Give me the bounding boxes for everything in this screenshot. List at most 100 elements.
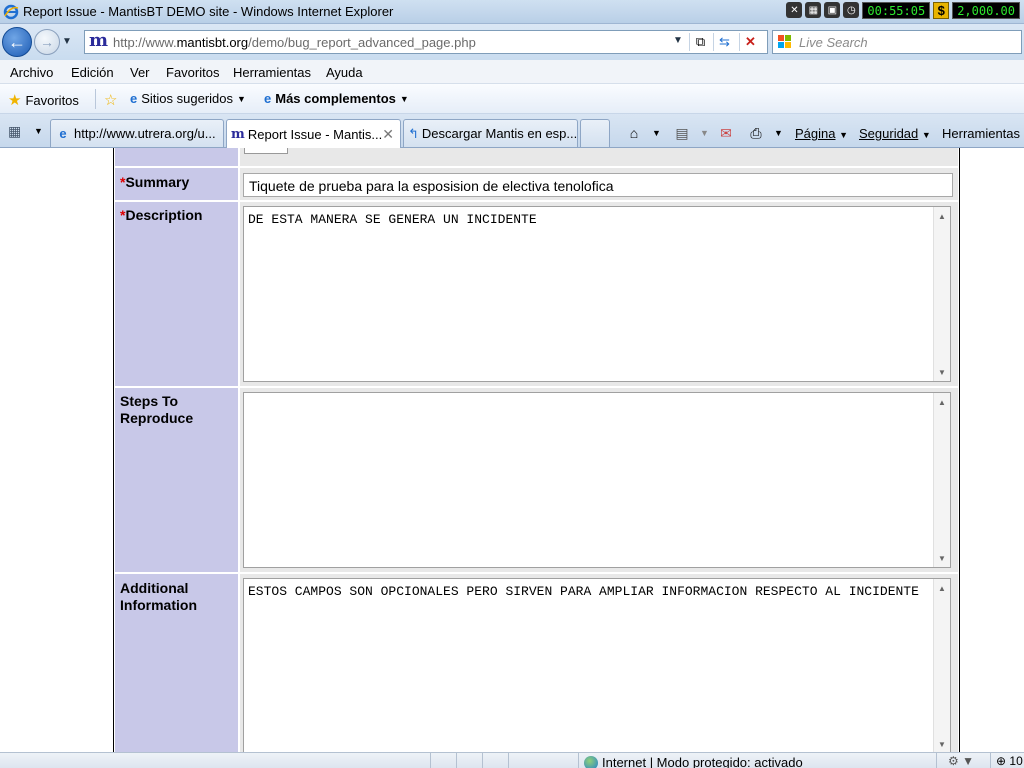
search-placeholder: Live Search (799, 35, 868, 50)
timer-display: 00:55:05 (862, 1, 931, 19)
additional-value: ESTOS CAMPOS SON OPCIONALES PERO SIRVEN … (248, 584, 919, 599)
addons-button[interactable]: e Más complementos ▼ (264, 91, 409, 106)
compatibility-view-icon[interactable]: ⧉ (689, 33, 711, 51)
menu-archivo[interactable]: Archivo (10, 65, 53, 80)
additional-textarea[interactable]: ESTOS CAMPOS SON OPCIONALES PERO SIRVEN … (243, 578, 951, 752)
new-tab-button[interactable] (580, 119, 610, 147)
scroll-up-icon[interactable]: ▲ (934, 581, 950, 595)
tray-close-icon[interactable]: ✕ (786, 2, 803, 18)
divider (95, 89, 96, 109)
quick-tabs-icon[interactable]: ▦ (8, 123, 30, 141)
status-divider (456, 753, 457, 768)
address-toolbar: ← → ▼ m http://www.mantisbt.org/demo/bug… (0, 24, 1024, 60)
description-textarea[interactable]: DE ESTA MANERA SE GENERA UN INCIDENTE ▲ … (243, 206, 951, 382)
dollar-icon: $ (933, 1, 950, 19)
tab-label: Descargar Mantis en esp... (421, 126, 578, 141)
ie-page-icon: e (130, 91, 138, 106)
chevron-down-icon: ▼ (399, 93, 409, 104)
menu-ver[interactable]: Ver (130, 65, 150, 80)
page-menu[interactable]: Página ▼ (795, 126, 848, 141)
summary-field-cell: Tiquete de prueba para la esposision de … (240, 168, 958, 200)
status-divider (482, 753, 483, 768)
add-favorite-button[interactable]: ☆ (104, 91, 117, 109)
menu-favoritos[interactable]: Favoritos (166, 65, 219, 80)
steps-label: Steps To Reproduce (120, 393, 194, 426)
additional-field-cell: ESTOS CAMPOS SON OPCIONALES PERO SIRVEN … (240, 574, 958, 752)
additional-scrollbar[interactable]: ▲ ▼ (933, 579, 950, 752)
forward-arrow-icon: → (40, 34, 54, 50)
tray-device-icon[interactable]: ▣ (824, 2, 841, 18)
tab-list-dropdown-icon[interactable]: ▼ (34, 126, 43, 136)
favorites-bar: ★ Favoritos ☆ e Sitios sugeridos ▼ e Más… (0, 84, 1024, 114)
close-tab-icon[interactable]: ✕ (382, 126, 394, 143)
status-divider (508, 753, 509, 768)
suggested-sites-label: Sitios sugeridos (141, 91, 234, 106)
status-divider (430, 753, 431, 768)
steps-scrollbar[interactable]: ▲ ▼ (933, 393, 950, 567)
feeds-dropdown-icon[interactable]: ▼ (700, 128, 709, 138)
scroll-up-icon[interactable]: ▲ (934, 209, 950, 223)
menu-ayuda[interactable]: Ayuda (326, 65, 363, 80)
url-text[interactable]: http://www.mantisbt.org/demo/bug_report_… (113, 35, 476, 50)
steps-label-cell: Steps To Reproduce (115, 388, 238, 572)
mail-icon[interactable]: ✉ (716, 124, 736, 142)
scroll-up-icon[interactable]: ▲ (934, 395, 950, 409)
summary-label-cell: *Summary (115, 168, 238, 200)
favorites-label: Favoritos (25, 92, 79, 108)
tab-utrera[interactable]: e http://www.utrera.org/u... (50, 119, 224, 147)
scroll-down-icon[interactable]: ▼ (934, 737, 950, 751)
add-favorite-icon: ☆ (104, 92, 118, 109)
status-divider (578, 753, 579, 768)
back-arrow-icon: ← (8, 31, 26, 52)
system-tray: ✕ ▦ ▣ ◷ 00:55:05 $ 2,000.00 (786, 0, 1024, 20)
status-bar: Internet | Modo protegido: activado ⚙ ▼ … (0, 752, 1024, 768)
ie-logo-icon (3, 4, 19, 20)
addons-label: Más complementos (275, 91, 396, 106)
description-value: DE ESTA MANERA SE GENERA UN INCIDENTE (248, 212, 537, 227)
page-content: *Summary Tiquete de prueba para la espos… (0, 148, 1024, 752)
steps-textarea[interactable]: ▲ ▼ (243, 392, 951, 568)
feeds-icon[interactable]: ▤ (672, 124, 692, 142)
tab-label: Report Issue - Mantis... (247, 126, 383, 142)
status-divider (936, 753, 937, 768)
zoom-tools-icon[interactable]: ⚙ ▼ (948, 754, 974, 768)
previous-row-control[interactable] (244, 148, 288, 154)
summary-input[interactable]: Tiquete de prueba para la esposision de … (243, 173, 953, 197)
scroll-down-icon[interactable]: ▼ (934, 551, 950, 565)
zone-text: Internet | Modo protegido: activado (602, 755, 803, 768)
back-button[interactable]: ← (2, 27, 32, 57)
forward-button[interactable]: → (34, 29, 60, 55)
zoom-icon: ⊕ (996, 754, 1007, 768)
tab-report-issue[interactable]: m Report Issue - Mantis... ✕ (226, 119, 401, 148)
tools-menu[interactable]: Herramientas ▼ (942, 126, 1024, 141)
zoom-value: 10 (1009, 754, 1023, 768)
refresh-icon[interactable]: ⇆ (713, 33, 735, 51)
scroll-down-icon[interactable]: ▼ (934, 365, 950, 379)
address-dropdown-icon[interactable]: ▼ (673, 35, 683, 46)
ie-page-icon: e (264, 91, 272, 106)
steps-field-cell: ▲ ▼ (240, 388, 958, 572)
tab-descargar-mantis[interactable]: ↰ Descargar Mantis en esp... (403, 119, 578, 147)
menu-herramientas[interactable]: Herramientas (233, 65, 311, 80)
chevron-down-icon: ▼ (237, 93, 246, 104)
menu-edicion[interactable]: Edición (71, 65, 114, 80)
stop-icon[interactable]: ✕ (739, 33, 761, 51)
print-dropdown-icon[interactable]: ▼ (774, 128, 783, 138)
security-zone[interactable]: Internet | Modo protegido: activado (584, 755, 803, 768)
home-icon[interactable]: ⌂ (624, 124, 644, 142)
internet-globe-icon (584, 755, 598, 768)
security-menu[interactable]: Seguridad ▼ (859, 126, 931, 141)
print-icon[interactable]: ⎙ (746, 124, 766, 142)
recent-pages-dropdown[interactable]: ▼ (62, 36, 72, 47)
home-dropdown-icon[interactable]: ▼ (652, 128, 661, 138)
tray-network-icon[interactable]: ▦ (805, 2, 822, 18)
zoom-level[interactable]: ⊕ 10 (996, 754, 1023, 768)
report-form: *Summary Tiquete de prueba para la espos… (113, 148, 960, 752)
search-box[interactable]: Live Search (772, 30, 1022, 54)
favorites-button[interactable]: ★ Favoritos (8, 91, 79, 109)
description-scrollbar[interactable]: ▲ ▼ (933, 207, 950, 381)
suggested-sites-button[interactable]: e Sitios sugeridos ▼ (130, 91, 246, 106)
ie-page-icon: e (59, 126, 67, 141)
tray-clock-icon[interactable]: ◷ (843, 2, 860, 18)
address-bar[interactable]: m http://www.mantisbt.org/demo/bug_repor… (84, 30, 768, 54)
